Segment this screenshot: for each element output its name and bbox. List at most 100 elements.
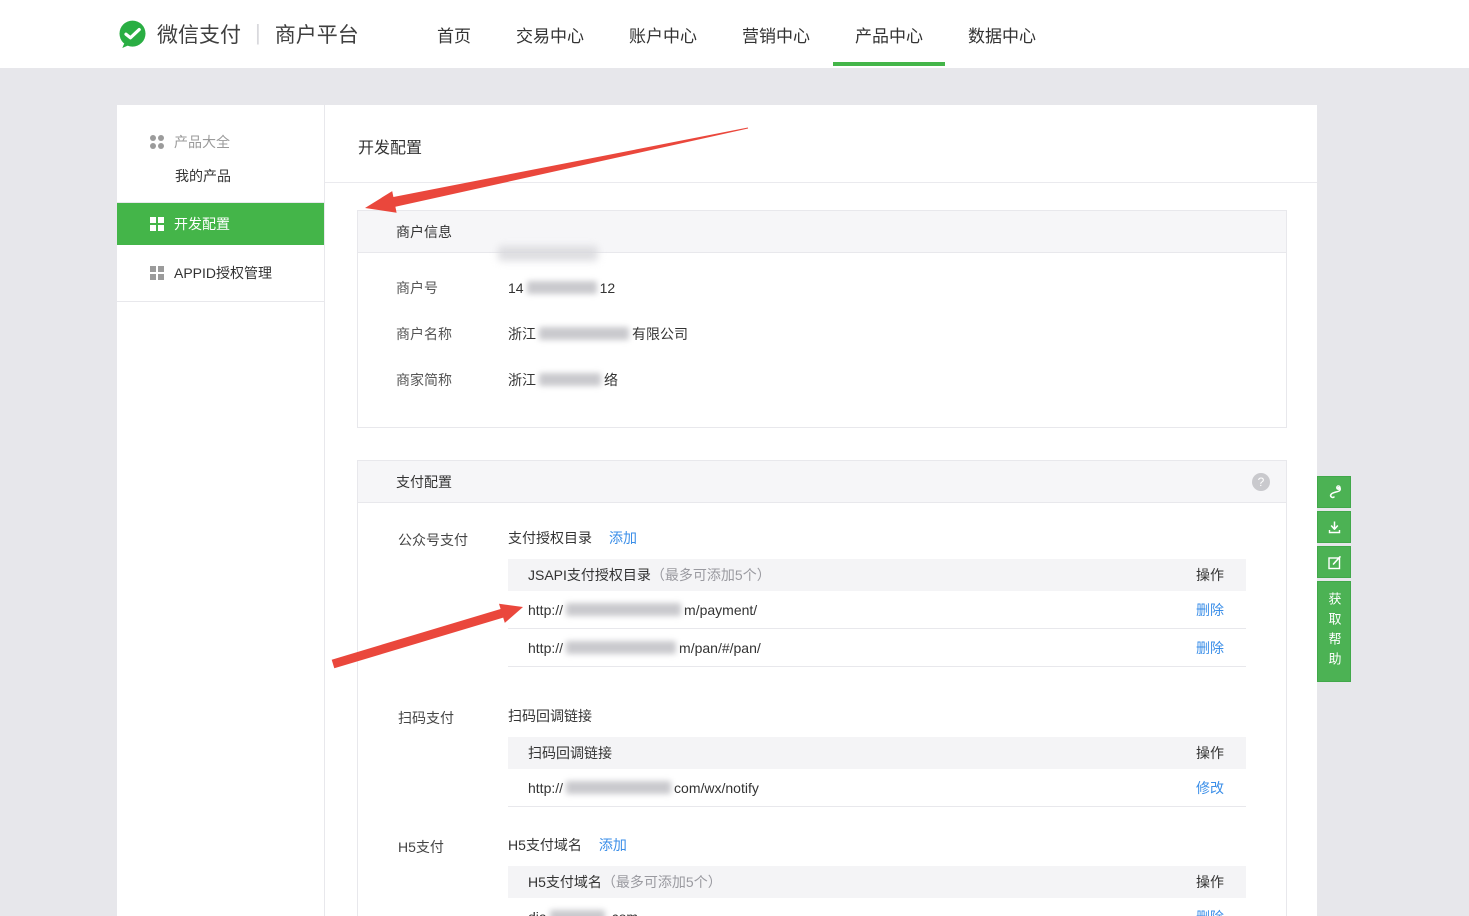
get-help-label: 获取帮助: [1325, 592, 1344, 672]
table-row: http://com/wx/notify 修改: [508, 769, 1246, 807]
brand-name: 微信支付: [157, 19, 241, 49]
nav-transaction-center[interactable]: 交易中心: [516, 0, 584, 68]
sidebar: 产品大全 我的产品 开发配置 APPID授权管理: [117, 105, 325, 916]
h5-pay-group: H5支付 H5支付域名 添加 H5支付域名（最多可添加5个） 操作 dia.co…: [358, 836, 1286, 916]
table-header-label: 扫码回调链接: [528, 743, 612, 763]
merchant-shortname-label: 商家简称: [396, 370, 508, 390]
table-row: http://m/pan/#/pan/ 删除: [508, 629, 1246, 667]
table-header-row: H5支付域名（最多可添加5个） 操作: [508, 866, 1246, 898]
table-header-label: JSAPI支付授权目录（最多可添加5个）: [528, 565, 771, 585]
redacted-blur: [550, 910, 605, 916]
auth-dir-url: http://m/pan/#/pan/: [528, 640, 761, 656]
sidebar-item-label: APPID授权管理: [174, 263, 272, 283]
payment-panel-title: 支付配置: [396, 472, 452, 492]
merchant-panel-header: 商户信息: [358, 211, 1286, 253]
sidebar-item-dev-config[interactable]: 开发配置: [117, 203, 324, 245]
h5-domain-value: dia.com: [528, 909, 638, 916]
modify-link[interactable]: 修改: [1196, 778, 1224, 798]
h5-subline: H5支付域名 添加: [508, 836, 1286, 854]
redacted-blur: [527, 281, 597, 294]
merchant-shortname-row: 商家简称 浙江络: [358, 357, 1286, 403]
merchant-id-value: 1412: [508, 280, 615, 296]
payment-config-panel: 支付配置 ? 公众号支付 支付授权目录 添加 JSAPI支付授权目录（最多可添加…: [357, 460, 1287, 916]
h5-add-button[interactable]: 添加: [599, 835, 627, 855]
table-row: dia.com 删除: [508, 898, 1246, 916]
link-icon: [1326, 484, 1343, 501]
scan-subline: 扫码回调链接: [508, 707, 1286, 725]
table-action-header: 操作: [1196, 565, 1224, 585]
download-button[interactable]: [1317, 511, 1351, 543]
delete-link[interactable]: 删除: [1196, 600, 1224, 620]
redacted-blur: [539, 373, 601, 386]
main-area: 开发配置 商户信息 商户号 1412 商户名称 浙江有限公司 商家简称 浙江络: [325, 105, 1317, 916]
payment-panel-header: 支付配置 ?: [358, 461, 1286, 503]
nav-data-center[interactable]: 数据中心: [968, 0, 1036, 68]
jsapi-subline: 支付授权目录 添加: [508, 529, 1286, 547]
redacted-blur: [539, 327, 629, 340]
scan-pay-group: 扫码支付 扫码回调链接 扫码回调链接 操作 http://com/wx/noti…: [358, 707, 1286, 807]
h5-domain-table: H5支付域名（最多可添加5个） 操作 dia.com 删除: [508, 866, 1246, 916]
sidebar-item-my-products[interactable]: 我的产品: [117, 159, 324, 193]
auth-dir-url: http://m/payment/: [528, 602, 757, 618]
sidebar-item-appid-auth[interactable]: APPID授权管理: [117, 245, 324, 301]
grid-squares-icon: [150, 217, 164, 231]
jsapi-subtitle: 支付授权目录: [508, 528, 592, 548]
content-card: 产品大全 我的产品 开发配置 APPID授权管理 开发配置 商户信息 商户号: [117, 105, 1317, 916]
wechat-pay-logo-icon: [117, 19, 148, 50]
redacted-blur: [498, 246, 598, 261]
jsapi-pay-label: 公众号支付: [398, 530, 468, 550]
merchant-shortname-value: 浙江络: [508, 370, 618, 390]
sidebar-divider: [117, 301, 324, 302]
payment-panel-body: 公众号支付 支付授权目录 添加 JSAPI支付授权目录（最多可添加5个） 操作 …: [358, 503, 1286, 916]
h5-pay-label: H5支付: [398, 837, 444, 857]
sidebar-item-product-catalog[interactable]: 产品大全: [117, 125, 324, 159]
redacted-blur: [566, 641, 676, 654]
grid-squares-icon: [150, 266, 164, 280]
nav-account-center[interactable]: 账户中心: [629, 0, 697, 68]
main-nav: 首页 交易中心 账户中心 营销中心 产品中心 数据中心: [437, 0, 1036, 68]
feedback-button[interactable]: [1317, 546, 1351, 578]
nav-marketing-center[interactable]: 营销中心: [742, 0, 810, 68]
table-action-header: 操作: [1196, 743, 1224, 763]
brand: 微信支付 | 商户平台: [117, 0, 359, 68]
download-icon: [1326, 519, 1343, 536]
table-header-row: 扫码回调链接 操作: [508, 737, 1246, 769]
merchant-info-panel: 商户信息 商户号 1412 商户名称 浙江有限公司 商家简称 浙江络: [357, 210, 1287, 428]
title-divider: [325, 182, 1317, 183]
top-header: 微信支付 | 商户平台 首页 交易中心 账户中心 营销中心 产品中心 数据中心: [0, 0, 1469, 68]
table-header-note: （最多可添加5个）: [651, 567, 771, 583]
table-action-header: 操作: [1196, 872, 1224, 892]
redacted-blur: [566, 603, 681, 616]
merchant-rows: 商户号 1412 商户名称 浙江有限公司 商家简称 浙江络: [358, 253, 1286, 403]
h5-subtitle: H5支付域名: [508, 835, 582, 855]
table-header-label: H5支付域名（最多可添加5个）: [528, 872, 722, 892]
page-title: 开发配置: [358, 134, 422, 158]
link-share-button[interactable]: [1317, 476, 1351, 508]
delete-link[interactable]: 删除: [1196, 638, 1224, 658]
brand-platform: 商户平台: [275, 19, 359, 49]
merchant-name-label: 商户名称: [396, 324, 508, 344]
jsapi-auth-dir-table: JSAPI支付授权目录（最多可添加5个） 操作 http://m/payment…: [508, 559, 1246, 667]
merchant-id-label: 商户号: [396, 278, 508, 298]
get-help-button[interactable]: 获取帮助: [1317, 581, 1351, 682]
delete-link[interactable]: 删除: [1196, 907, 1224, 916]
brand-divider: |: [255, 20, 261, 46]
scan-callback-table: 扫码回调链接 操作 http://com/wx/notify 修改: [508, 737, 1246, 807]
edit-icon: [1326, 554, 1343, 571]
scan-subtitle: 扫码回调链接: [508, 706, 592, 726]
table-header-row: JSAPI支付授权目录（最多可添加5个） 操作: [508, 559, 1246, 591]
table-header-note: （最多可添加5个）: [602, 874, 722, 890]
table-row: http://m/payment/ 删除: [508, 591, 1246, 629]
sidebar-item-label: 产品大全: [174, 132, 230, 152]
help-question-icon[interactable]: ?: [1252, 473, 1270, 491]
jsapi-add-button[interactable]: 添加: [609, 528, 637, 548]
nav-product-center[interactable]: 产品中心: [855, 0, 923, 68]
jsapi-pay-group: 公众号支付 支付授权目录 添加 JSAPI支付授权目录（最多可添加5个） 操作 …: [358, 529, 1286, 667]
merchant-panel-title: 商户信息: [396, 222, 452, 242]
redacted-blur: [566, 781, 671, 794]
nav-home[interactable]: 首页: [437, 0, 471, 68]
sidebar-item-label: 我的产品: [175, 166, 231, 186]
merchant-name-value: 浙江有限公司: [508, 324, 688, 344]
grid-dots-icon: [150, 135, 164, 149]
sidebar-item-label: 开发配置: [174, 214, 230, 234]
